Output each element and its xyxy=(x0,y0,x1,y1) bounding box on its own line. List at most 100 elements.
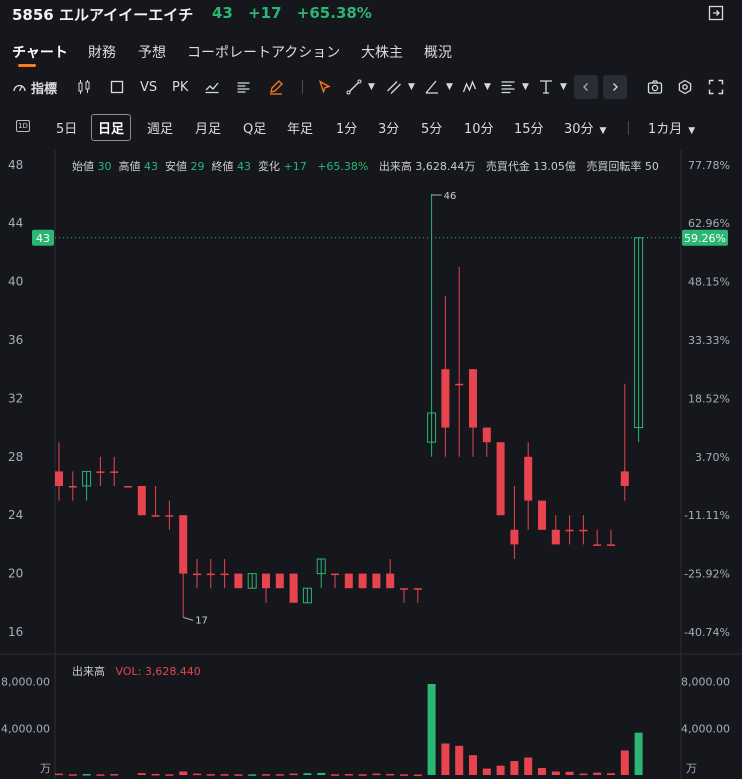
chevron-right-icon xyxy=(613,83,618,91)
measure-tool-button[interactable]: ▼ xyxy=(538,77,567,97)
candle-body xyxy=(510,529,519,545)
volume-legend: 出来高 VOL: 3,628.440 xyxy=(72,663,201,679)
min-marker-line xyxy=(183,616,194,621)
volume-bar xyxy=(593,772,602,775)
period-yearly[interactable]: 年足 xyxy=(287,118,313,137)
volume-bar xyxy=(303,773,312,775)
period-30min-dropdown[interactable]: 30分 ▼ xyxy=(564,118,606,137)
candle-body xyxy=(344,573,353,589)
chevron-down-icon: ▼ xyxy=(408,82,415,92)
candle-body xyxy=(400,588,408,590)
draw-tool-button[interactable] xyxy=(268,77,284,97)
chevron-down-icon: ▼ xyxy=(446,82,453,92)
period-10min[interactable]: 10分 xyxy=(464,118,494,137)
ohlc-legend: 始値 30 高値 43 安値 29 終値 43 変化 +17 +65.38% 出… xyxy=(72,158,682,174)
y-tick-label: 36 xyxy=(8,333,23,347)
volume-bar xyxy=(55,773,63,776)
candle-type-button[interactable] xyxy=(76,77,92,97)
candle-body xyxy=(220,573,229,576)
fullscreen-button[interactable] xyxy=(708,77,724,97)
volume-tick-label: 8,000.00 xyxy=(1,676,50,689)
chevron-down-icon: ▼ xyxy=(599,126,607,136)
turnover-label: 売買代金 xyxy=(485,160,530,173)
candle-body xyxy=(538,500,546,530)
measure-icon xyxy=(540,80,552,94)
y-tick-label: 48 xyxy=(8,158,23,172)
period-15min[interactable]: 15分 xyxy=(514,118,544,137)
period-5d[interactable]: 5日 xyxy=(56,118,77,137)
price-change: +17 xyxy=(248,4,282,22)
volume-tick-label-right: 4,000.00 xyxy=(681,722,730,735)
pattern-tool-button[interactable]: ▼ xyxy=(462,77,491,97)
candle-body xyxy=(275,573,284,589)
candle-body xyxy=(234,573,243,589)
channel-tool-button[interactable]: ▼ xyxy=(386,77,415,97)
volume-bar xyxy=(524,757,533,775)
candle-body xyxy=(551,529,560,545)
y-tick-label: 24 xyxy=(8,508,23,522)
cursor-tool-button[interactable] xyxy=(318,77,332,97)
exit-fullscreen-icon[interactable] xyxy=(708,5,724,21)
volume-bar xyxy=(469,755,477,775)
period-1d-icon[interactable]: 1D xyxy=(16,120,30,132)
screenshot-button[interactable] xyxy=(647,77,663,97)
compare-button[interactable]: VS xyxy=(140,77,157,97)
range-label: 1カ月 xyxy=(648,122,683,137)
text-align-button[interactable] xyxy=(236,77,251,97)
y-pct-tick-label: -11.11% xyxy=(684,509,730,522)
line-tool-button[interactable]: ▼ xyxy=(346,77,375,97)
period-5min[interactable]: 5分 xyxy=(421,118,442,137)
period-monthly[interactable]: 月足 xyxy=(195,118,221,137)
candle-body xyxy=(55,471,63,486)
settings-button[interactable] xyxy=(677,77,693,97)
volume-bar xyxy=(413,774,422,777)
gauge-icon xyxy=(13,84,26,91)
candlestick-icon xyxy=(78,80,90,94)
chart-style-button[interactable] xyxy=(204,77,220,97)
fib-tool-button[interactable]: ▼ xyxy=(500,77,529,97)
period-weekly[interactable]: 週足 xyxy=(147,118,173,137)
period-1min[interactable]: 1分 xyxy=(336,118,357,137)
camera-icon xyxy=(647,80,663,94)
tab-major-shareholders[interactable]: 大株主 xyxy=(361,42,403,62)
rectangle-tool-button[interactable] xyxy=(110,77,124,97)
y-tick-label: 40 xyxy=(8,275,23,289)
scroll-left-button[interactable] xyxy=(574,75,598,99)
candle-body xyxy=(469,369,477,428)
tab-forecast[interactable]: 予想 xyxy=(138,42,166,62)
candle-body xyxy=(124,486,132,488)
zigzag-icon xyxy=(462,80,477,93)
volume-bar xyxy=(317,772,326,775)
candle-body xyxy=(413,588,422,590)
tab-financials[interactable]: 財務 xyxy=(88,42,116,62)
chevron-left-icon xyxy=(583,83,588,91)
y-tick-label: 44 xyxy=(8,216,23,230)
candle-body xyxy=(262,573,270,589)
active-tab-indicator xyxy=(18,64,36,67)
angle-tool-button[interactable]: ▼ xyxy=(424,77,453,97)
period-quarterly[interactable]: Q足 xyxy=(243,118,266,137)
candle-body xyxy=(620,471,629,486)
period-3min[interactable]: 3分 xyxy=(378,118,399,137)
max-price-label: 46 xyxy=(444,191,457,202)
low-value: 29 xyxy=(190,160,205,173)
period-daily[interactable]: 日足 xyxy=(91,114,132,141)
volume-bar xyxy=(344,774,353,776)
chevron-down-icon: ▼ xyxy=(522,82,529,92)
pk-button[interactable]: PK xyxy=(172,77,188,97)
volume-bar xyxy=(331,774,339,776)
candlestick-chart[interactable]: 48 44 40 36 32 28 24 20 16 77.78% 62.96% 48.15% 33.3… xyxy=(0,150,742,779)
volume-tick-label: 4,000.00 xyxy=(1,722,50,735)
change-pct-value: +65.38% xyxy=(317,160,369,173)
tab-corporate-action[interactable]: コーポレートアクション xyxy=(187,42,340,62)
tab-overview[interactable]: 概況 xyxy=(424,42,452,62)
range-dropdown[interactable]: 1カ月 ▼ xyxy=(648,118,695,137)
indicator-button[interactable]: 指標 xyxy=(12,77,57,97)
volume-bar xyxy=(607,773,615,775)
scroll-right-button[interactable] xyxy=(603,75,627,99)
volume-value: 3,628.44万 xyxy=(415,160,476,173)
chevron-down-icon: ▼ xyxy=(688,126,696,136)
high-value: 43 xyxy=(144,160,158,173)
volume-bar xyxy=(386,773,395,776)
tab-chart[interactable]: チャート xyxy=(12,42,68,62)
